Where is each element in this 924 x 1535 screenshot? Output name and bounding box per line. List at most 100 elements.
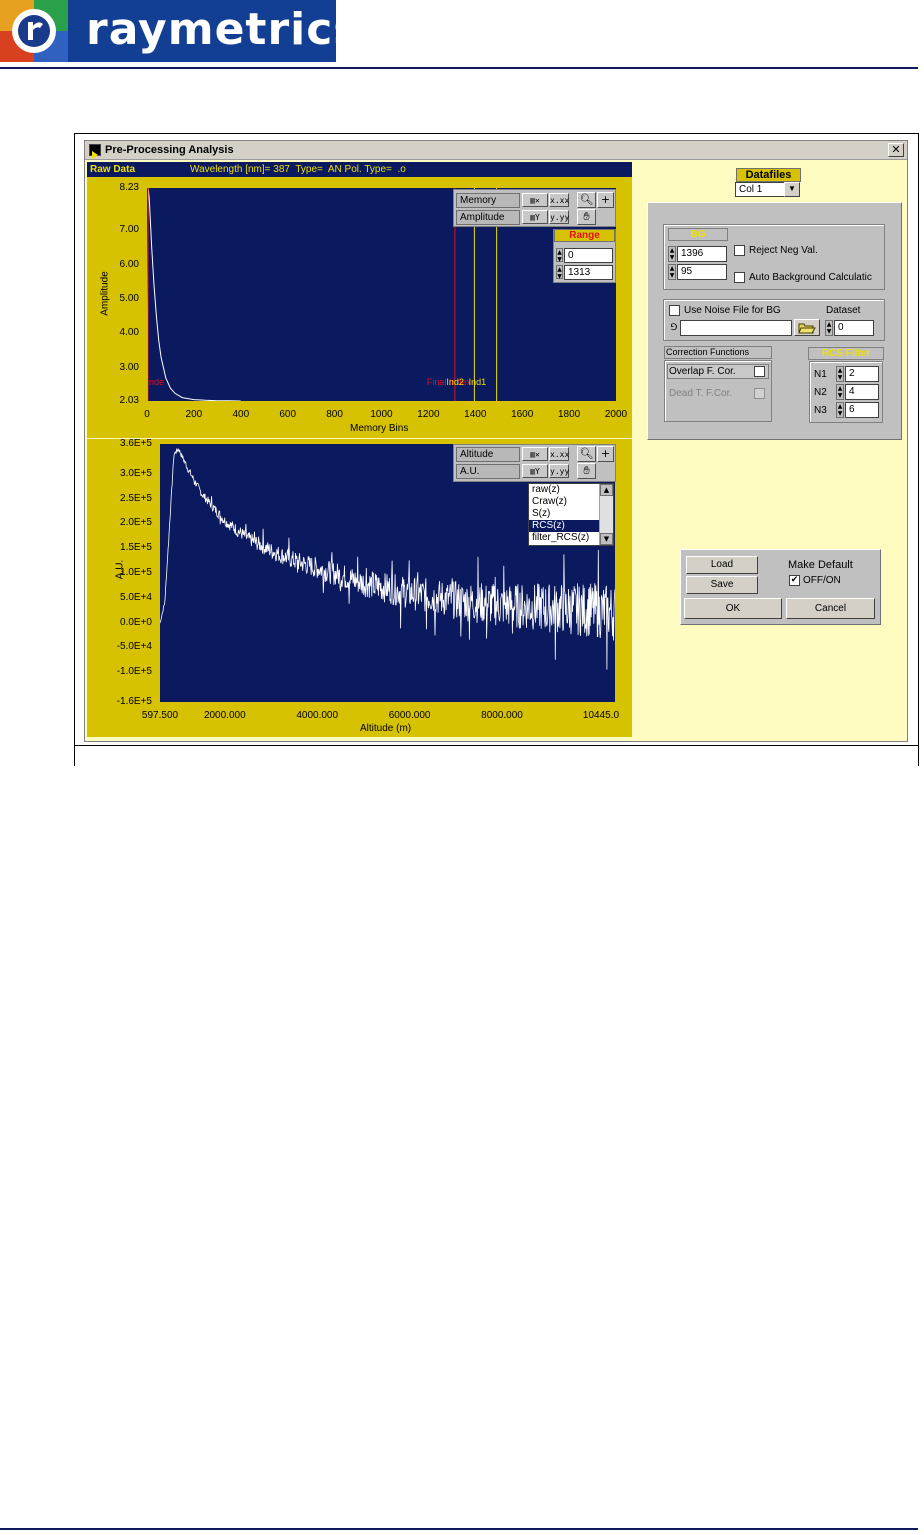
bg-label: BG bbox=[668, 228, 728, 241]
close-button[interactable]: ✕ bbox=[888, 143, 904, 157]
rcs-x-tick-label: 597.500 bbox=[141, 710, 179, 721]
raw-x-scale-name: Memory bbox=[456, 193, 520, 208]
hand-icon[interactable]: ✋︎ bbox=[577, 463, 596, 479]
overlap-label: Overlap F. Cor. bbox=[669, 366, 736, 377]
overlap-checkbox[interactable] bbox=[754, 366, 765, 377]
save-button[interactable]: Save bbox=[686, 576, 758, 594]
n3-label: N3 bbox=[814, 405, 827, 416]
raw-graph-subtitle: Wavelength [nm]= 387 Type= AN Pol. Type=… bbox=[190, 164, 406, 175]
auto-bg-checkbox[interactable] bbox=[734, 272, 745, 283]
n3-field[interactable]: 6 bbox=[845, 402, 879, 418]
raw-y-tick-label: 5.00 bbox=[119, 292, 139, 304]
make-default-toggle[interactable]: ✔ bbox=[789, 575, 800, 586]
x-format-button[interactable]: x.xx bbox=[549, 193, 569, 207]
y-format-button[interactable]: y.yy bbox=[549, 464, 569, 478]
y-format-button[interactable]: y.yy bbox=[549, 210, 569, 224]
use-noise-checkbox[interactable] bbox=[669, 305, 680, 316]
n1-label: N1 bbox=[814, 369, 827, 380]
cancel-button[interactable]: Cancel bbox=[786, 598, 875, 619]
cursor-marker-label: Ind1 bbox=[469, 377, 487, 387]
load-button[interactable]: Load bbox=[686, 556, 758, 574]
window-title: Pre-Processing Analysis bbox=[105, 144, 234, 156]
footer-divider bbox=[0, 1528, 918, 1530]
make-default-toggle-label: OFF/ON bbox=[803, 575, 841, 586]
range-max-field[interactable]: 1313 bbox=[564, 265, 613, 280]
x-autoscale-icon[interactable]: ▥✕ bbox=[522, 193, 548, 207]
rcs-x-scale-name: Altitude bbox=[456, 447, 520, 462]
dataset-field[interactable]: 0 bbox=[834, 320, 874, 336]
function-list-items: raw(z) Craw(z) S(z) RCS(z) filter_RCS(z) bbox=[529, 484, 599, 544]
scroll-down-button[interactable]: ▼ bbox=[600, 533, 613, 545]
dataset-spinner[interactable]: ▲ ▼ bbox=[825, 320, 833, 336]
rcs-x-tick-label: 10445.0 bbox=[582, 710, 620, 721]
dataset-label: Dataset bbox=[826, 305, 861, 316]
raw-y-axis-title: Amplitude bbox=[99, 271, 111, 316]
x-autoscale-icon[interactable]: ▥✕ bbox=[522, 447, 548, 461]
scroll-up-button[interactable]: ▲ bbox=[600, 484, 613, 496]
raw-y-scale-name: Amplitude bbox=[456, 210, 520, 225]
brand-name: raymetrics bbox=[86, 4, 361, 55]
range-label: Range bbox=[554, 229, 615, 242]
bg-value2-field[interactable]: 95 bbox=[677, 264, 727, 280]
n2-label: N2 bbox=[814, 387, 827, 398]
rcs-x-tick-label: 4000.000 bbox=[296, 710, 339, 721]
crosshair-icon[interactable]: + bbox=[597, 446, 614, 462]
correction-label: Correction Functions bbox=[666, 347, 750, 357]
range-max-spinner[interactable]: ▲ ▼ bbox=[556, 265, 563, 280]
rcs-y-scale-name: A.U. bbox=[456, 464, 520, 479]
folder-open-icon[interactable] bbox=[794, 319, 820, 336]
raw-graph-label: Raw Data bbox=[90, 164, 136, 175]
rcs-y-tick-label: 0.0E+0 bbox=[120, 616, 152, 628]
datafiles-select[interactable]: Col 1 bbox=[735, 182, 785, 197]
dead-time-label: Dead T. F.Cor. bbox=[669, 388, 733, 399]
function-list-item[interactable]: Craw(z) bbox=[529, 496, 599, 508]
noise-path-field[interactable] bbox=[680, 320, 792, 336]
rcs-y-tick-label: 3.6E+5 bbox=[120, 438, 152, 449]
n2-field[interactable]: 4 bbox=[845, 384, 879, 400]
reject-neg-checkbox[interactable] bbox=[734, 245, 745, 256]
y-autoscale-icon[interactable]: ▥Y bbox=[522, 464, 548, 478]
rcs-y-tick-label: -1.6E+5 bbox=[116, 696, 152, 707]
bg-value1-spinner[interactable]: ▲ ▼ bbox=[668, 246, 676, 262]
function-list-item[interactable]: raw(z) bbox=[529, 484, 599, 496]
bg-value2-spinner[interactable]: ▲ ▼ bbox=[668, 264, 676, 280]
n2-spinner[interactable]: ▲ ▼ bbox=[836, 384, 844, 400]
range-min-spinner[interactable]: ▲ ▼ bbox=[556, 248, 563, 263]
function-list-item[interactable]: S(z) bbox=[529, 508, 599, 520]
n1-field[interactable]: 2 bbox=[845, 366, 879, 382]
ok-button[interactable]: OK bbox=[684, 598, 782, 619]
logo-mark bbox=[0, 0, 68, 62]
cursor-marker-label: Ind2 bbox=[446, 377, 464, 387]
hand-icon[interactable]: ✋︎ bbox=[577, 209, 596, 225]
range-min-field[interactable]: 0 bbox=[564, 248, 613, 263]
use-noise-label: Use Noise File for BG bbox=[684, 305, 781, 316]
function-list-item[interactable]: RCS(z) bbox=[529, 520, 599, 532]
auto-bg-label: Auto Background Calculatic bbox=[749, 272, 872, 283]
rcs-y-tick-label: -5.0E+4 bbox=[116, 641, 152, 653]
rcs-y-tick-label: -1.0E+5 bbox=[116, 666, 152, 678]
path-icon: ⅁ bbox=[670, 323, 678, 333]
bg-value1-field[interactable]: 1396 bbox=[677, 246, 727, 262]
raw-x-axis-title: Memory Bins bbox=[350, 423, 409, 434]
zoom-icon[interactable]: 🔍︎ bbox=[577, 192, 596, 208]
zoom-icon[interactable]: 🔍︎ bbox=[577, 446, 596, 462]
n1-spinner[interactable]: ▲ ▼ bbox=[836, 366, 844, 382]
app-icon bbox=[89, 144, 101, 159]
raw-y-tick-label: 6.00 bbox=[119, 258, 139, 270]
chevron-down-icon[interactable]: ▼ bbox=[784, 182, 800, 197]
reject-neg-label: Reject Neg Val. bbox=[749, 245, 818, 256]
rcs-x-tick-label: 6000.000 bbox=[388, 710, 431, 721]
dead-time-checkbox[interactable] bbox=[754, 388, 765, 399]
x-format-button[interactable]: x.xx bbox=[549, 447, 569, 461]
crosshair-icon[interactable]: + bbox=[597, 192, 614, 208]
rcs-y-tick-label: 5.0E+4 bbox=[120, 591, 152, 603]
raw-y-tick-label: 7.00 bbox=[119, 224, 139, 236]
function-list-item[interactable]: filter_RCS(z) bbox=[529, 532, 599, 544]
listbox-scrollbar[interactable]: ▲ ▼ bbox=[599, 484, 613, 545]
n3-spinner[interactable]: ▲ ▼ bbox=[836, 402, 844, 418]
header-divider bbox=[0, 67, 918, 69]
rcs-y-tick-label: 1.5E+5 bbox=[120, 542, 152, 554]
y-autoscale-icon[interactable]: ▥Y bbox=[522, 210, 548, 224]
cursor-marker-label: nde bbox=[149, 377, 164, 387]
rcs-y-tick-label: 2.5E+5 bbox=[120, 492, 152, 504]
